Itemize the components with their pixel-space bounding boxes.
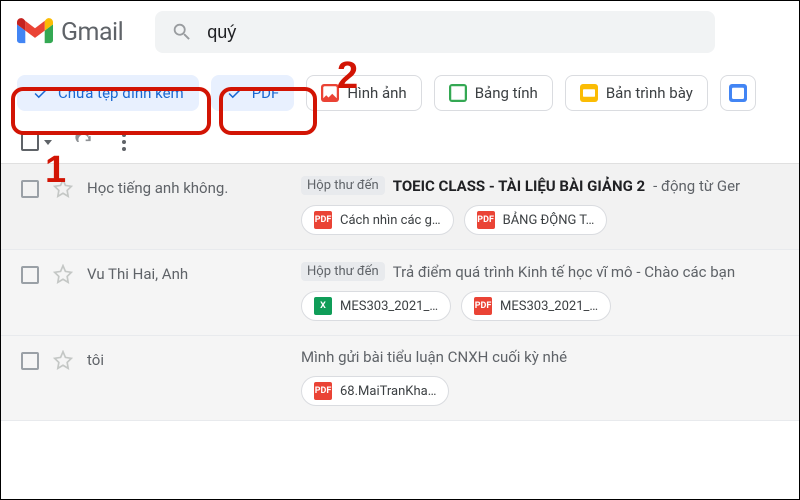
filter-more[interactable] [720,75,756,111]
attachment-name: BẢNG ĐỘNG T… [503,213,595,228]
attachment-chip[interactable]: PDF Cách nhìn các g… [301,205,454,235]
search-input[interactable] [207,22,699,43]
checkbox-icon [21,133,39,151]
attachment-name: Cách nhìn các g… [340,213,441,228]
slides-icon [580,84,598,102]
calendar-icon [729,84,747,102]
search-icon [171,21,193,43]
email-row[interactable]: tôi Mình gửi bài tiểu luận CNXH cuối kỳ … [1,336,799,421]
attachment-name: 68.MaiTranKha… [340,384,436,399]
filter-pdf[interactable]: PDF [211,75,295,111]
attachment-chip[interactable]: PDF MES303_2021_… [461,291,611,321]
pdf-icon: PDF [314,211,332,229]
subject-rest: - động từ Ger [653,177,740,195]
attachment-name: MES303_2021_… [340,299,438,314]
gmail-icon [17,18,53,46]
attachment-chip[interactable]: PDF 68.MaiTranKha… [301,376,449,406]
row-checkbox[interactable] [21,180,39,198]
chevron-down-icon [44,140,52,145]
filter-image[interactable]: Hình ảnh [306,75,421,111]
inbox-badge: Hộp thư đến [301,262,385,281]
star-icon[interactable] [53,178,73,198]
subject-bold: TOEIC CLASS - TÀI LIỆU BÀI GIẢNG 2 [393,177,645,195]
email-content: Hộp thư đến Trả điểm quá trình Kinh tế h… [301,262,779,321]
image-icon [321,84,339,102]
email-content: Hộp thư đến TOEIC CLASS - TÀI LIỆU BÀI G… [301,176,779,235]
search-bar[interactable] [155,11,715,53]
chip-label: Bảng tính [475,84,538,102]
gmail-logo[interactable]: Gmail [17,18,123,47]
header: Gmail [1,1,799,61]
filter-presentation[interactable]: Bản trình bày [565,75,708,111]
pdf-icon: PDF [474,297,492,315]
filter-has-attachment[interactable]: Chứa tệp đính kèm [17,75,199,111]
row-checkbox[interactable] [21,266,39,284]
chip-label: Chứa tệp đính kèm [58,84,184,102]
email-row[interactable]: Học tiếng anh không. Hộp thư đến TOEIC C… [1,164,799,250]
check-icon [226,84,244,102]
more-button[interactable] [116,131,132,153]
sender: Vu Thi Hai, Anh [87,262,287,283]
list-toolbar [1,123,799,163]
chip-label: Hình ảnh [347,84,406,102]
select-all-checkbox[interactable] [21,133,52,151]
star-icon[interactable] [53,264,73,284]
subject-rest: Trả điểm quá trình Kinh tế học vĩ mô - C… [393,263,735,281]
email-content: Mình gửi bài tiểu luận CNXH cuối kỳ nhé … [301,348,779,406]
chip-label: PDF [252,84,280,102]
sheets-icon [449,84,467,102]
email-row[interactable]: Vu Thi Hai, Anh Hộp thư đến Trả điểm quá… [1,250,799,336]
filter-spreadsheet[interactable]: Bảng tính [434,75,553,111]
email-list: Học tiếng anh không. Hộp thư đến TOEIC C… [1,163,799,421]
attachment-chip[interactable]: PDF BẢNG ĐỘNG T… [464,205,608,235]
star-icon[interactable] [53,350,73,370]
row-checkbox[interactable] [21,352,39,370]
subject-rest: Mình gửi bài tiểu luận CNXH cuối kỳ nhé [301,348,567,366]
excel-icon: X [314,297,332,315]
attachment-name: MES303_2021_… [500,299,598,314]
attachment-chip[interactable]: X MES303_2021_… [301,291,451,321]
check-icon [32,84,50,102]
sender: Học tiếng anh không. [87,176,287,197]
chip-label: Bản trình bày [606,84,693,102]
inbox-badge: Hộp thư đến [301,176,385,195]
sender: tôi [87,348,287,369]
refresh-button[interactable] [74,132,94,152]
pdf-icon: PDF [314,382,332,400]
app-name: Gmail [61,18,123,47]
pdf-icon: PDF [477,211,495,229]
filter-chips-row: Chứa tệp đính kèm PDF Hình ảnh Bảng tính… [1,61,799,123]
